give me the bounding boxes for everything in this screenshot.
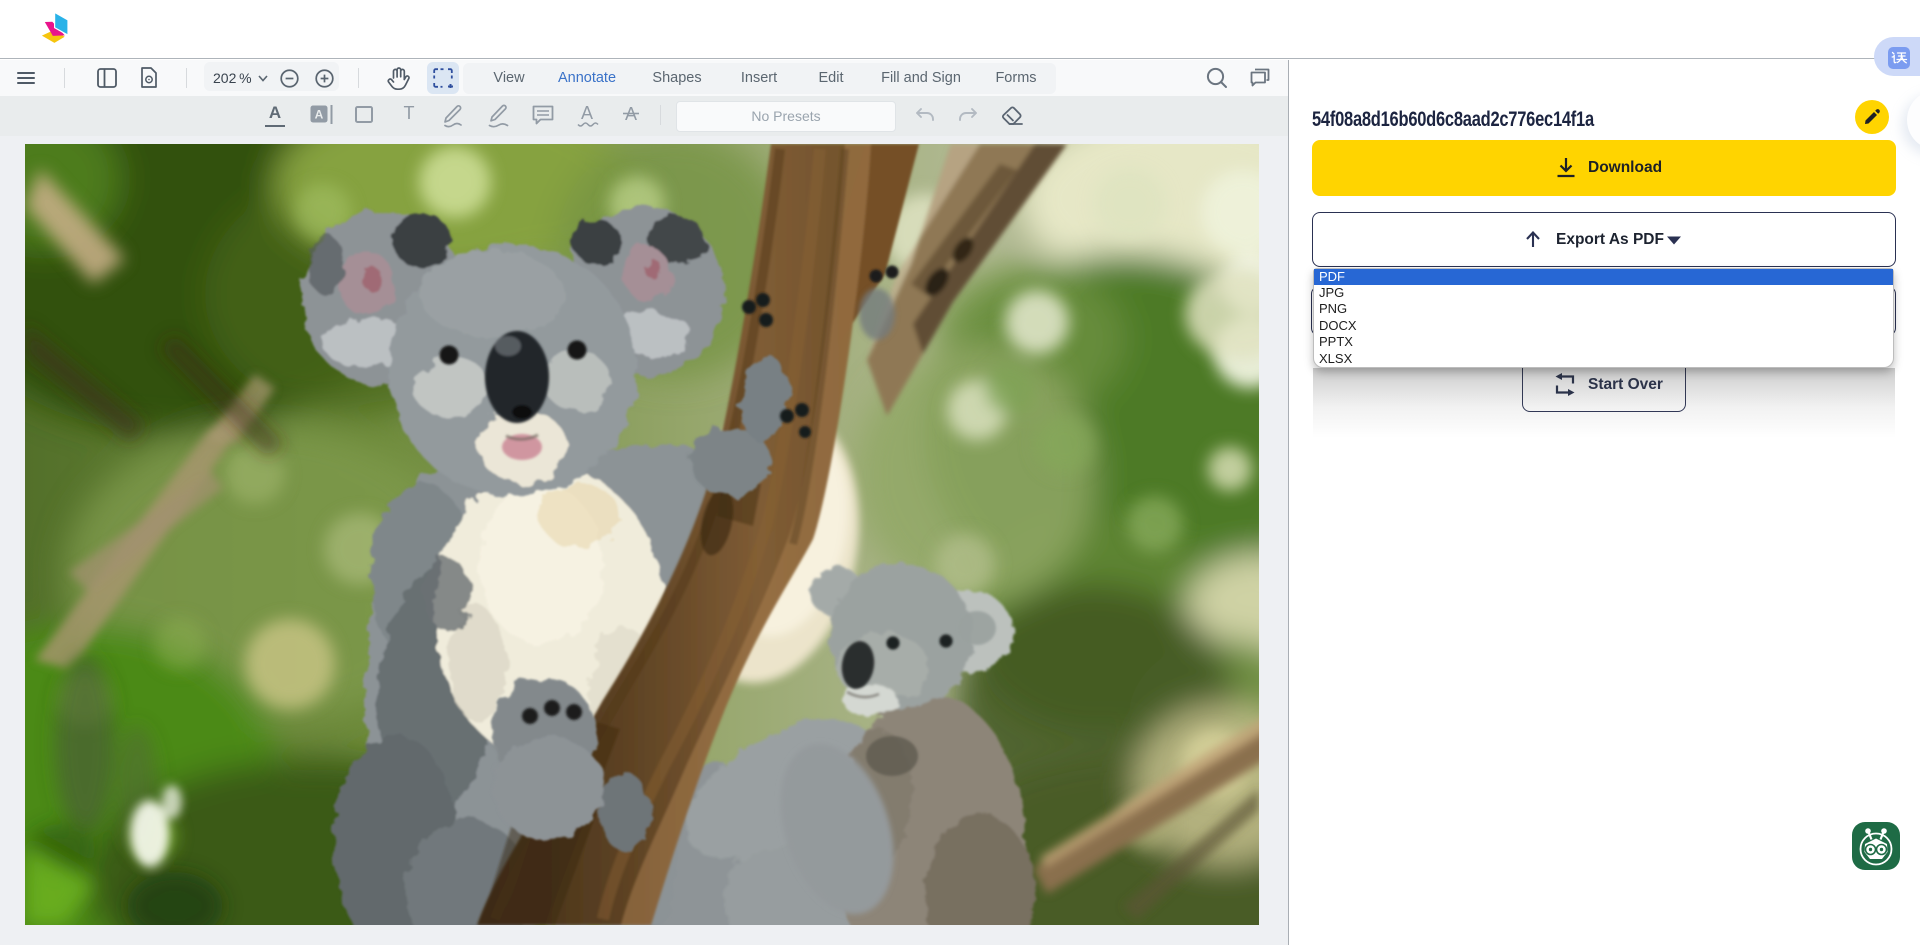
svg-text:A: A xyxy=(315,108,324,122)
svg-text:A: A xyxy=(581,103,593,123)
